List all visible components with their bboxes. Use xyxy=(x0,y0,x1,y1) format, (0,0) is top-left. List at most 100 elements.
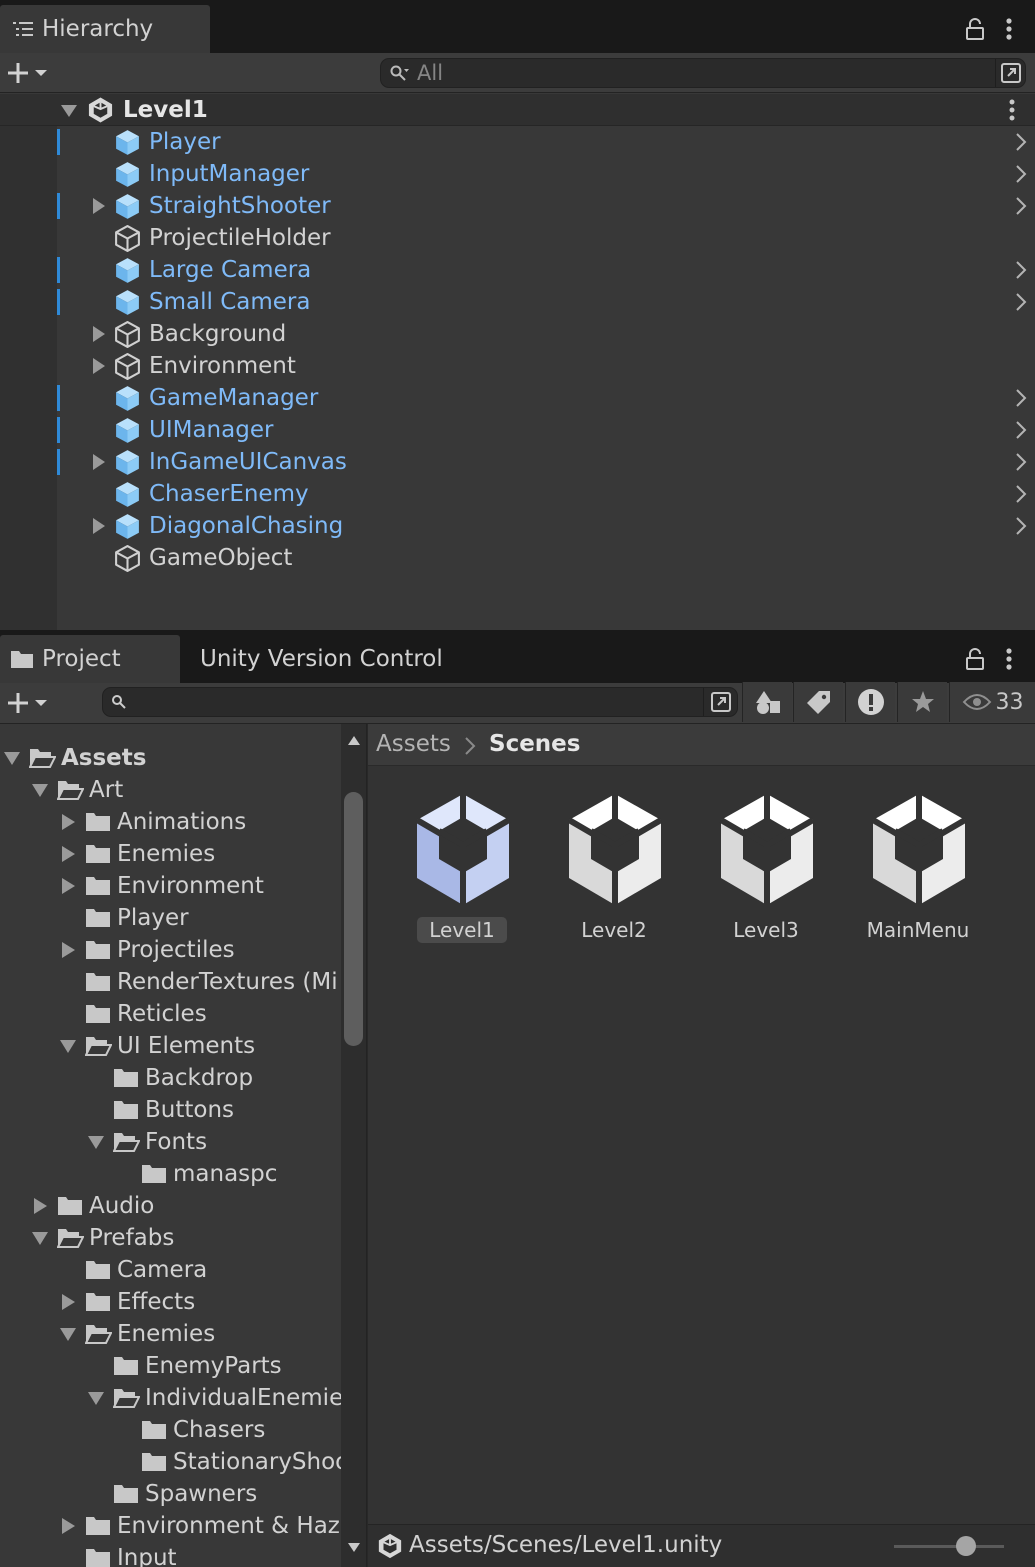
scroll-up-arrow-icon[interactable] xyxy=(347,734,361,746)
folder-tree-item[interactable]: manaspc xyxy=(0,1158,341,1190)
expand-arrow-down-icon[interactable] xyxy=(59,1037,77,1055)
hidden-packages-toggle[interactable]: 33 xyxy=(949,682,1035,722)
expand-arrow-right-icon[interactable] xyxy=(59,877,77,895)
scene-header-row[interactable]: Level1 xyxy=(0,94,1035,126)
expand-arrow-right-icon[interactable] xyxy=(90,357,108,375)
folder-tree-item[interactable]: Effects xyxy=(0,1286,341,1318)
open-prefab-chevron-icon[interactable] xyxy=(1013,164,1029,184)
folder-tree-item[interactable]: Assets xyxy=(0,742,341,774)
expand-arrow-down-icon[interactable] xyxy=(60,103,78,119)
folder-tree-item[interactable]: UI Elements xyxy=(0,1030,341,1062)
expand-arrow-right-icon[interactable] xyxy=(90,325,108,343)
breadcrumb-scenes[interactable]: Scenes xyxy=(489,729,580,759)
hierarchy-row[interactable]: ChaserEnemy xyxy=(0,478,1035,510)
folder-tree-item[interactable]: Art xyxy=(0,774,341,806)
open-prefab-chevron-icon[interactable] xyxy=(1013,388,1029,408)
hierarchy-row[interactable]: UIManager xyxy=(0,414,1035,446)
hierarchy-row[interactable]: GameObject xyxy=(0,542,1035,574)
folder-tree-item[interactable]: Spawners xyxy=(0,1478,341,1510)
hierarchy-row[interactable]: StraightShooter xyxy=(0,190,1035,222)
folder-tree-item[interactable]: Fonts xyxy=(0,1126,341,1158)
hierarchy-row[interactable]: ProjectileHolder xyxy=(0,222,1035,254)
scene-asset-tile[interactable]: Level1 xyxy=(392,792,522,952)
zoom-slider-thumb[interactable] xyxy=(955,1536,976,1556)
expand-arrow-right-icon[interactable] xyxy=(90,453,108,471)
expand-arrow-right-icon[interactable] xyxy=(59,813,77,831)
create-button[interactable] xyxy=(0,53,60,93)
search-by-label-button[interactable] xyxy=(793,682,843,722)
expand-arrow-down-icon[interactable] xyxy=(31,1229,49,1247)
expand-arrow-down-icon[interactable] xyxy=(87,1389,105,1407)
search-by-log-type-button[interactable] xyxy=(845,682,895,722)
scene-asset-tile[interactable]: Level2 xyxy=(544,792,674,952)
search-scene-button[interactable] xyxy=(995,59,1025,87)
scroll-down-arrow-icon[interactable] xyxy=(347,1542,361,1554)
expand-arrow-down-icon[interactable] xyxy=(87,1133,105,1151)
expand-arrow-right-icon[interactable] xyxy=(90,197,108,215)
expand-arrow-down-icon[interactable] xyxy=(59,1325,77,1343)
more-options-icon[interactable] xyxy=(1002,646,1016,672)
lock-icon[interactable] xyxy=(964,647,986,671)
open-prefab-chevron-icon[interactable] xyxy=(1013,196,1029,216)
folder-tree-item[interactable]: StationaryShoo xyxy=(0,1446,341,1478)
scene-menu-icon[interactable] xyxy=(1006,98,1018,122)
folder-tree-item[interactable]: Enemies xyxy=(0,1318,341,1350)
expand-arrow-right-icon[interactable] xyxy=(59,845,77,863)
expand-arrow-right-icon[interactable] xyxy=(59,941,77,959)
more-options-icon[interactable] xyxy=(1002,16,1016,42)
folder-tree-item[interactable]: IndividualEnemies xyxy=(0,1382,341,1414)
folder-tree-item[interactable]: Audio xyxy=(0,1190,341,1222)
folder-tree-item[interactable]: Input xyxy=(0,1542,341,1567)
folder-tree-item[interactable]: Player xyxy=(0,902,341,934)
hierarchy-search-input[interactable]: All xyxy=(380,58,1026,88)
open-prefab-chevron-icon[interactable] xyxy=(1013,260,1029,280)
hierarchy-row[interactable]: DiagonalChasing xyxy=(0,510,1035,542)
hierarchy-row[interactable]: InputManager xyxy=(0,158,1035,190)
tab-hierarchy[interactable]: Hierarchy xyxy=(0,5,210,53)
folder-tree-item[interactable]: Chasers xyxy=(0,1414,341,1446)
expand-arrow-right-icon[interactable] xyxy=(90,517,108,535)
expand-arrow-right-icon[interactable] xyxy=(31,1197,49,1215)
folder-tree-item[interactable]: RenderTextures (Mi xyxy=(0,966,341,998)
expand-arrow-down-icon[interactable] xyxy=(3,749,21,767)
tab-project[interactable]: Project xyxy=(0,635,180,683)
hierarchy-row[interactable]: GameManager xyxy=(0,382,1035,414)
search-by-type-button[interactable] xyxy=(742,682,792,722)
open-prefab-chevron-icon[interactable] xyxy=(1013,292,1029,312)
scrollbar-thumb[interactable] xyxy=(344,792,363,1046)
folder-tree-item[interactable]: Reticles xyxy=(0,998,341,1030)
expand-arrow-right-icon[interactable] xyxy=(59,1517,77,1535)
create-asset-button[interactable] xyxy=(0,683,60,723)
breadcrumb-assets[interactable]: Assets xyxy=(376,729,451,759)
search-scope-button[interactable] xyxy=(703,688,737,716)
hierarchy-row[interactable]: InGameUICanvas xyxy=(0,446,1035,478)
open-prefab-chevron-icon[interactable] xyxy=(1013,132,1029,152)
open-prefab-chevron-icon[interactable] xyxy=(1013,420,1029,440)
hierarchy-row[interactable]: Large Camera xyxy=(0,254,1035,286)
lock-icon[interactable] xyxy=(964,17,986,41)
folder-tree-item[interactable]: Enemies xyxy=(0,838,341,870)
folder-tree-item[interactable]: EnemyParts xyxy=(0,1350,341,1382)
zoom-slider-track[interactable] xyxy=(894,1545,1004,1548)
tree-scrollbar[interactable] xyxy=(341,724,367,1567)
hierarchy-row[interactable]: Small Camera xyxy=(0,286,1035,318)
folder-tree-item[interactable]: Environment & Haza xyxy=(0,1510,341,1542)
favorites-button[interactable] xyxy=(897,682,947,722)
open-prefab-chevron-icon[interactable] xyxy=(1013,452,1029,472)
project-search-input[interactable] xyxy=(102,687,738,717)
tab-unity-version-control[interactable]: Unity Version Control xyxy=(200,635,443,683)
hierarchy-row[interactable]: Environment xyxy=(0,350,1035,382)
folder-tree-item[interactable]: Camera xyxy=(0,1254,341,1286)
folder-tree-item[interactable]: Backdrop xyxy=(0,1062,341,1094)
folder-tree-item[interactable]: Buttons xyxy=(0,1094,341,1126)
open-prefab-chevron-icon[interactable] xyxy=(1013,516,1029,536)
hierarchy-row[interactable]: Background xyxy=(0,318,1035,350)
expand-arrow-right-icon[interactable] xyxy=(59,1293,77,1311)
folder-tree-item[interactable]: Prefabs xyxy=(0,1222,341,1254)
scene-asset-tile[interactable]: MainMenu xyxy=(848,792,978,952)
expand-arrow-down-icon[interactable] xyxy=(31,781,49,799)
folder-tree-item[interactable]: Projectiles xyxy=(0,934,341,966)
folder-tree-item[interactable]: Animations xyxy=(0,806,341,838)
folder-tree-item[interactable]: Environment xyxy=(0,870,341,902)
hierarchy-row[interactable]: Player xyxy=(0,126,1035,158)
